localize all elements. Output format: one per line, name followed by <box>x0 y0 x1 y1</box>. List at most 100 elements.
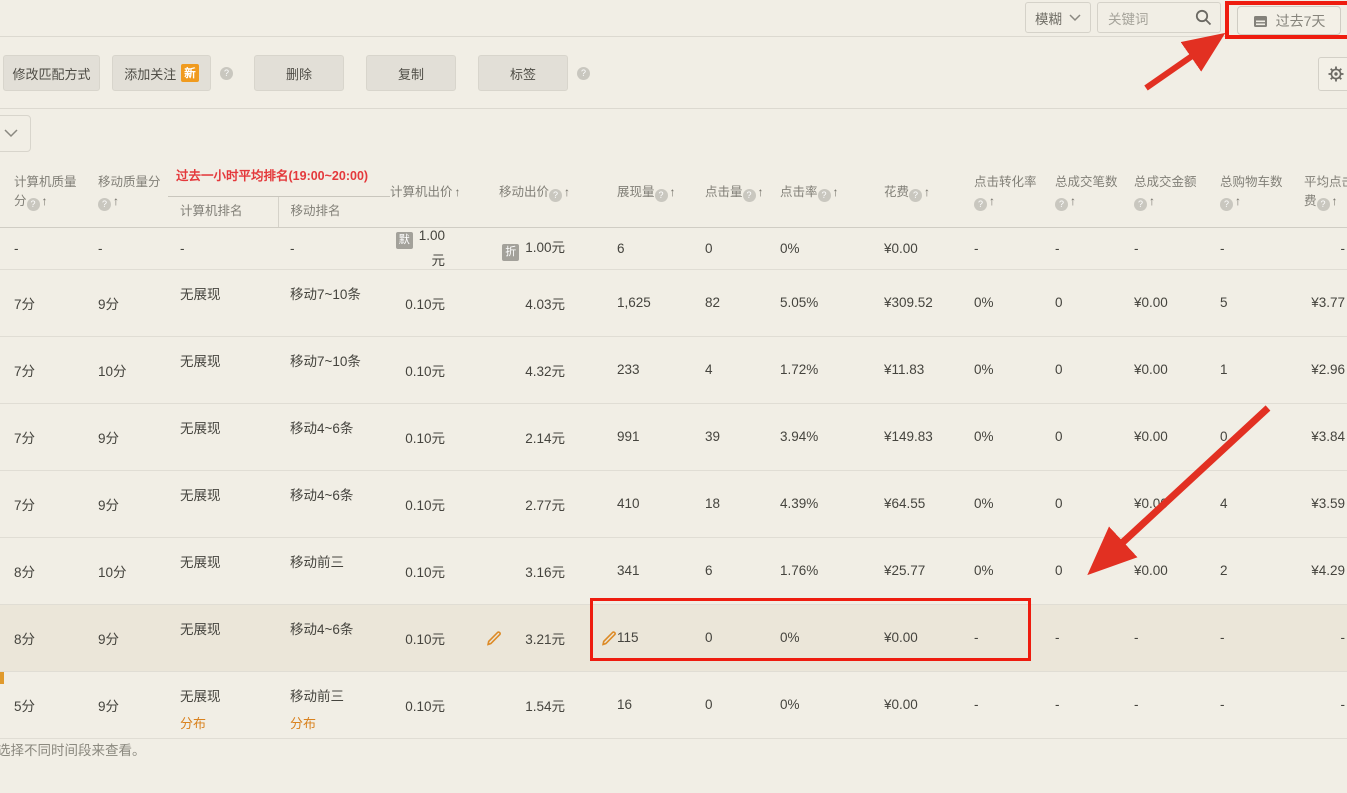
add-watch-label: 添加关注 <box>124 64 176 83</box>
collapse-toggle-button[interactable] <box>0 115 31 152</box>
table-row[interactable]: 7分 10分 无展现 移动7~10条 0.10元 4.32元 233 4 1.7… <box>0 336 1347 403</box>
header-avg-cpc[interactable]: 平均点击费?↑ <box>1290 158 1347 227</box>
cell-cvr: 0% <box>958 470 1040 537</box>
cell-mobile-bid[interactable]: 4.32元 <box>460 336 575 403</box>
cell-avg-cpc: - <box>1290 671 1347 738</box>
chevron-down-icon <box>1069 14 1081 22</box>
header-impressions[interactable]: 展现量?↑ <box>575 158 688 227</box>
cell-pc-bid[interactable]: 0.10元 <box>390 403 460 470</box>
cell-avg-cpc: - <box>1290 227 1347 269</box>
cell-pc-bid[interactable]: 0.10元 <box>390 470 460 537</box>
header-pc-quality[interactable]: 计算机质量分?↑ <box>0 158 84 227</box>
header-cvr[interactable]: 点击转化率?↑ <box>958 158 1040 227</box>
modify-match-label: 修改匹配方式 <box>12 64 90 83</box>
header-revenue[interactable]: 总成交金额?↑ <box>1122 158 1206 227</box>
table-row[interactable]: 8分 9分 无展现 移动4~6条 0.10元 3.21元 115 0 0% ¥0… <box>0 604 1347 671</box>
cell-ctr: 5.05% <box>770 269 862 336</box>
add-watch-button[interactable]: 添加关注 新 <box>112 55 211 91</box>
cell-mobile-bid[interactable]: 2.77元 <box>460 470 575 537</box>
cell-ctr: 4.39% <box>770 470 862 537</box>
header-carts[interactable]: 总购物车数?↑ <box>1206 158 1290 227</box>
cell-orders: - <box>1040 604 1122 671</box>
cell-pc-quality: 8分 <box>0 604 84 671</box>
table-row[interactable]: 7分 9分 无展现 移动4~6条 0.10元 2.14元 991 39 3.94… <box>0 403 1347 470</box>
distribution-link[interactable]: 分布 <box>180 713 278 732</box>
cell-pc-quality: 7分 <box>0 336 84 403</box>
delete-button[interactable]: 删除 <box>254 55 344 91</box>
calendar-icon <box>1253 14 1268 28</box>
header-mobile-bid[interactable]: 移动出价?↑ <box>460 158 575 227</box>
cell-mobile-bid[interactable]: 3.16元 <box>460 537 575 604</box>
cell-mobile-quality: 10分 <box>84 537 168 604</box>
column-settings-button[interactable]: 更 <box>1318 57 1347 91</box>
cell-clicks: 4 <box>688 336 770 403</box>
cell-orders: 0 <box>1040 403 1122 470</box>
cell-clicks: 39 <box>688 403 770 470</box>
cell-mobile-quality: 9分 <box>84 671 168 738</box>
table-body: - - - - 默1.00元 折1.00元 6 0 0% ¥0.00 - - -… <box>0 227 1347 738</box>
search-icon[interactable] <box>1195 9 1212 26</box>
cell-pc-bid[interactable]: 0.10元 <box>390 336 460 403</box>
keyword-search-input[interactable]: 关键词 <box>1097 2 1221 33</box>
cell-pc-quality: 5分 <box>0 671 84 738</box>
cell-carts: - <box>1206 671 1290 738</box>
cell-pc-bid[interactable]: 默1.00元 <box>390 227 460 269</box>
fuzzy-match-dropdown[interactable]: 模糊 <box>1025 2 1091 33</box>
cell-impressions: 991 <box>575 403 688 470</box>
cell-ctr: 0% <box>770 671 862 738</box>
cell-mobile-bid[interactable]: 折1.00元 <box>460 227 575 269</box>
header-rank-group: 过去一小时平均排名(19:00~20:00) <box>168 158 390 196</box>
header-ctr[interactable]: 点击率?↑ <box>770 158 862 227</box>
cell-pc-rank: 无展现 <box>168 537 278 604</box>
tag-button[interactable]: 标签 <box>478 55 568 91</box>
cell-pc-bid[interactable]: 0.10元 <box>390 537 460 604</box>
modify-match-button[interactable]: 修改匹配方式 <box>3 55 100 91</box>
gear-icon <box>1328 66 1344 82</box>
table-row[interactable]: 8分 10分 无展现 移动前三 0.10元 3.16元 341 6 1.76% … <box>0 537 1347 604</box>
cell-cost: ¥149.83 <box>862 403 958 470</box>
table-row[interactable]: - - - - 默1.00元 折1.00元 6 0 0% ¥0.00 - - -… <box>0 227 1347 269</box>
cell-impressions: 6 <box>575 227 688 269</box>
table-row[interactable]: 5分 9分 无展现分布 移动前三分布 0.10元 1.54元 16 0 0% ¥… <box>0 671 1347 738</box>
cell-mobile-rank: 移动7~10条 <box>278 336 390 403</box>
arrow-to-date-button <box>1146 38 1218 88</box>
cell-revenue: - <box>1122 604 1206 671</box>
time-hint-text: 选择不同时间段来查看。 <box>0 739 146 759</box>
cell-mobile-rank: - <box>278 227 390 269</box>
cell-pc-rank: 无展现 <box>168 403 278 470</box>
cell-pc-bid[interactable]: 0.10元 <box>390 604 460 671</box>
table-row[interactable]: 7分 9分 无展现 移动7~10条 0.10元 4.03元 1,625 82 5… <box>0 269 1347 336</box>
cell-pc-quality: 7分 <box>0 403 84 470</box>
date-range-button[interactable]: 过去7天 <box>1237 6 1341 35</box>
cell-impressions: 1,625 <box>575 269 688 336</box>
header-clicks[interactable]: 点击量?↑ <box>688 158 770 227</box>
cell-pc-rank: 无展现 <box>168 269 278 336</box>
header-mobile-rank[interactable]: 移动排名 <box>278 196 390 227</box>
table-row[interactable]: 7分 9分 无展现 移动4~6条 0.10元 2.77元 410 18 4.39… <box>0 470 1347 537</box>
header-mobile-quality[interactable]: 移动质量分?↑ <box>84 158 168 227</box>
cell-revenue: ¥0.00 <box>1122 537 1206 604</box>
cell-mobile-bid[interactable]: 4.03元 <box>460 269 575 336</box>
cell-pc-rank: 无展现 <box>168 604 278 671</box>
header-cost[interactable]: 花费?↑ <box>862 158 958 227</box>
cell-cvr: 0% <box>958 537 1040 604</box>
header-pc-rank[interactable]: 计算机排名 <box>168 196 278 227</box>
cell-mobile-bid[interactable]: 3.21元 <box>460 604 575 671</box>
cell-orders: 0 <box>1040 336 1122 403</box>
cell-avg-cpc: ¥3.84 <box>1290 403 1347 470</box>
help-icon[interactable]: ? <box>220 67 233 80</box>
cell-avg-cpc: ¥4.29 <box>1290 537 1347 604</box>
cell-mobile-quality: 9分 <box>84 604 168 671</box>
distribution-link[interactable]: 分布 <box>290 713 390 732</box>
header-pc-bid[interactable]: 计算机出价↑ <box>390 158 460 227</box>
cell-clicks: 0 <box>688 671 770 738</box>
help-icon[interactable]: ? <box>577 67 590 80</box>
cell-pc-bid[interactable]: 0.10元 <box>390 671 460 738</box>
copy-button[interactable]: 复制 <box>366 55 456 91</box>
cell-orders: 0 <box>1040 537 1122 604</box>
cell-mobile-bid[interactable]: 1.54元 <box>460 671 575 738</box>
cell-mobile-rank: 移动前三 <box>278 537 390 604</box>
cell-mobile-bid[interactable]: 2.14元 <box>460 403 575 470</box>
header-orders[interactable]: 总成交笔数?↑ <box>1040 158 1122 227</box>
cell-pc-bid[interactable]: 0.10元 <box>390 269 460 336</box>
